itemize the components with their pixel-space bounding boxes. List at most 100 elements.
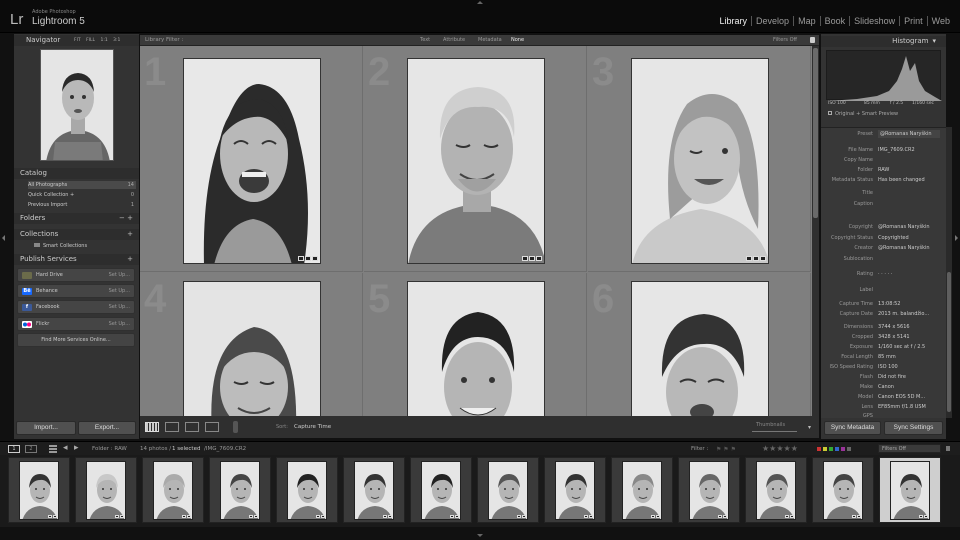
- publish-service-behance[interactable]: Bē Behance Set Up...: [17, 284, 135, 298]
- metadata-row[interactable]: Capture Time 13:08:52: [825, 300, 940, 308]
- histogram[interactable]: [826, 50, 942, 101]
- forward-arrow-icon[interactable]: ▸: [74, 443, 79, 453]
- filmstrip-lock-icon[interactable]: [946, 446, 950, 451]
- filmstrip-thumbnail[interactable]: [153, 461, 193, 520]
- metadata-row[interactable]: Model Canon EOS 5D M...: [825, 393, 940, 401]
- grid-cell[interactable]: 3: [588, 46, 811, 272]
- add-folder-icon[interactable]: − +: [119, 213, 133, 224]
- filmstrip-cell[interactable]: [611, 457, 673, 523]
- metadata-row[interactable]: Copy Name: [825, 156, 940, 164]
- metadata-value[interactable]: Has been changed: [878, 176, 925, 184]
- lock-icon[interactable]: [810, 37, 815, 43]
- metadata-scrollbar-thumb[interactable]: [947, 272, 951, 412]
- top-panel-toggle-icon[interactable]: [477, 1, 483, 4]
- thumbnail-image[interactable]: [631, 58, 769, 264]
- filmstrip-cell[interactable]: [544, 457, 606, 523]
- filmstrip-thumbnail[interactable]: [622, 461, 662, 520]
- grid-cell[interactable]: 1: [140, 46, 363, 272]
- catalog-header[interactable]: Catalog: [14, 168, 139, 179]
- metadata-row[interactable]: Dimensions 3744 x 5616: [825, 323, 940, 331]
- metadata-row[interactable]: Caption: [825, 200, 940, 208]
- left-panel-toggle-icon[interactable]: [2, 235, 5, 241]
- zoom-fill[interactable]: FILL: [86, 38, 95, 43]
- filmstrip-thumbnail[interactable]: [354, 461, 394, 520]
- thumbnail-image[interactable]: [183, 58, 321, 264]
- add-publish-service-icon[interactable]: +: [127, 254, 133, 265]
- publish-service-flickr[interactable]: Flickr Set Up...: [17, 317, 135, 331]
- metadata-row[interactable]: File Name IMG_7609.CR2: [825, 146, 940, 154]
- filmstrip-cell[interactable]: [410, 457, 472, 523]
- setup-link[interactable]: Set Up...: [109, 318, 130, 330]
- metadata-value[interactable]: @Romanas Naryškin: [878, 244, 930, 252]
- preset-select[interactable]: @Romanas Naryškin: [878, 130, 940, 138]
- metadata-row[interactable]: Cropped 3428 x 5141: [825, 333, 940, 341]
- metadata-row[interactable]: Title: [825, 189, 940, 197]
- metadata-row[interactable]: Capture Date 2013 m. balandžio...: [825, 310, 940, 318]
- right-panel-toggle-icon[interactable]: [955, 235, 958, 241]
- secondary-window-button[interactable]: 2: [25, 445, 37, 453]
- metadata-row[interactable]: Rating · · · · ·: [825, 270, 940, 278]
- metadata-value[interactable]: ISO 100: [878, 363, 898, 371]
- export-button[interactable]: Export...: [78, 421, 136, 435]
- preset-row[interactable]: Preset @Romanas Naryškin: [825, 130, 940, 138]
- grid-cell[interactable]: 5: [364, 273, 587, 416]
- zoom-fit[interactable]: FIT: [74, 38, 81, 43]
- bottom-panel-toggle-icon[interactable]: [477, 534, 483, 537]
- metadata-value[interactable]: @Romanas Naryškin: [878, 223, 930, 231]
- module-book[interactable]: Book: [821, 16, 851, 26]
- metadata-row[interactable]: Flash Did not fire: [825, 373, 940, 381]
- filmstrip-cell[interactable]: [8, 457, 70, 523]
- filmstrip-thumbnail[interactable]: [86, 461, 126, 520]
- rating-filter-stars[interactable]: ★★★★★: [762, 444, 798, 453]
- filmstrip-thumbnail[interactable]: [756, 461, 796, 520]
- filmstrip-cell[interactable]: [209, 457, 271, 523]
- filmstrip-filter-select[interactable]: Filters Off: [878, 444, 941, 453]
- sync-settings-button[interactable]: Sync Settings: [884, 421, 943, 435]
- filter-attribute[interactable]: Attribute: [443, 37, 465, 43]
- compare-view-icon[interactable]: [185, 422, 199, 432]
- metadata-scrollbar[interactable]: [946, 127, 952, 418]
- source-label[interactable]: Folder : RAW: [92, 446, 127, 452]
- filter-none[interactable]: None: [511, 37, 524, 43]
- thumbnail-image[interactable]: [407, 281, 545, 416]
- filmstrip-cell[interactable]: [745, 457, 807, 523]
- filmstrip-thumbnail[interactable]: [823, 461, 863, 520]
- filmstrip-cell[interactable]: [142, 457, 204, 523]
- color-label-filter[interactable]: [817, 447, 851, 451]
- filmstrip-cell[interactable]: [276, 457, 338, 523]
- metadata-value[interactable]: 2013 m. balandžio...: [878, 310, 929, 318]
- publish-service-hard-drive[interactable]: Hard Drive Set Up...: [17, 268, 135, 282]
- metadata-row[interactable]: Copyright @Romanas Naryškin: [825, 223, 940, 231]
- sort-select[interactable]: Capture Time: [294, 424, 331, 430]
- metadata-value[interactable]: Canon EOS 5D M...: [878, 393, 925, 401]
- metadata-value[interactable]: RAW: [878, 166, 889, 174]
- histogram-header[interactable]: Histogram ▾: [821, 36, 946, 47]
- setup-link[interactable]: Set Up...: [109, 301, 130, 313]
- painter-icon[interactable]: [233, 421, 238, 433]
- folders-header[interactable]: Folders − +: [14, 213, 139, 224]
- catalog-item-previous-import[interactable]: Previous Import 1: [28, 201, 136, 209]
- setup-link[interactable]: Set Up...: [109, 285, 130, 297]
- thumbnail-size-slider[interactable]: [752, 431, 797, 432]
- metadata-value[interactable]: Did not fire: [878, 373, 906, 381]
- filmstrip-thumbnail[interactable]: [421, 461, 461, 520]
- publish-service-facebook[interactable]: f Facebook Set Up...: [17, 300, 135, 314]
- flag-filter-icons[interactable]: ⚑ ⚑ ⚑: [716, 446, 736, 453]
- metadata-value[interactable]: IMG_7609.CR2: [878, 146, 915, 154]
- filmstrip-cell[interactable]: [75, 457, 137, 523]
- filmstrip-cell[interactable]: [812, 457, 874, 523]
- filmstrip-thumbnail[interactable]: [488, 461, 528, 520]
- filmstrip-cell-selected[interactable]: [879, 457, 941, 523]
- catalog-item-quick-collection[interactable]: Quick Collection + 0: [28, 191, 136, 199]
- metadata-value[interactable]: 85 mm: [878, 353, 896, 361]
- grid-cell[interactable]: 2: [364, 46, 587, 272]
- sync-metadata-button[interactable]: Sync Metadata: [824, 421, 881, 435]
- survey-view-icon[interactable]: [205, 422, 219, 432]
- metadata-row[interactable]: Sublocation: [825, 255, 940, 263]
- filmstrip-thumbnail[interactable]: [890, 461, 930, 520]
- grid-icon[interactable]: [49, 445, 57, 453]
- metadata-value[interactable]: 13:08:52: [878, 300, 900, 308]
- main-window-button[interactable]: 1: [8, 445, 20, 453]
- module-web[interactable]: Web: [928, 16, 954, 26]
- metadata-row[interactable]: Copyright Status Copyrighted: [825, 234, 940, 242]
